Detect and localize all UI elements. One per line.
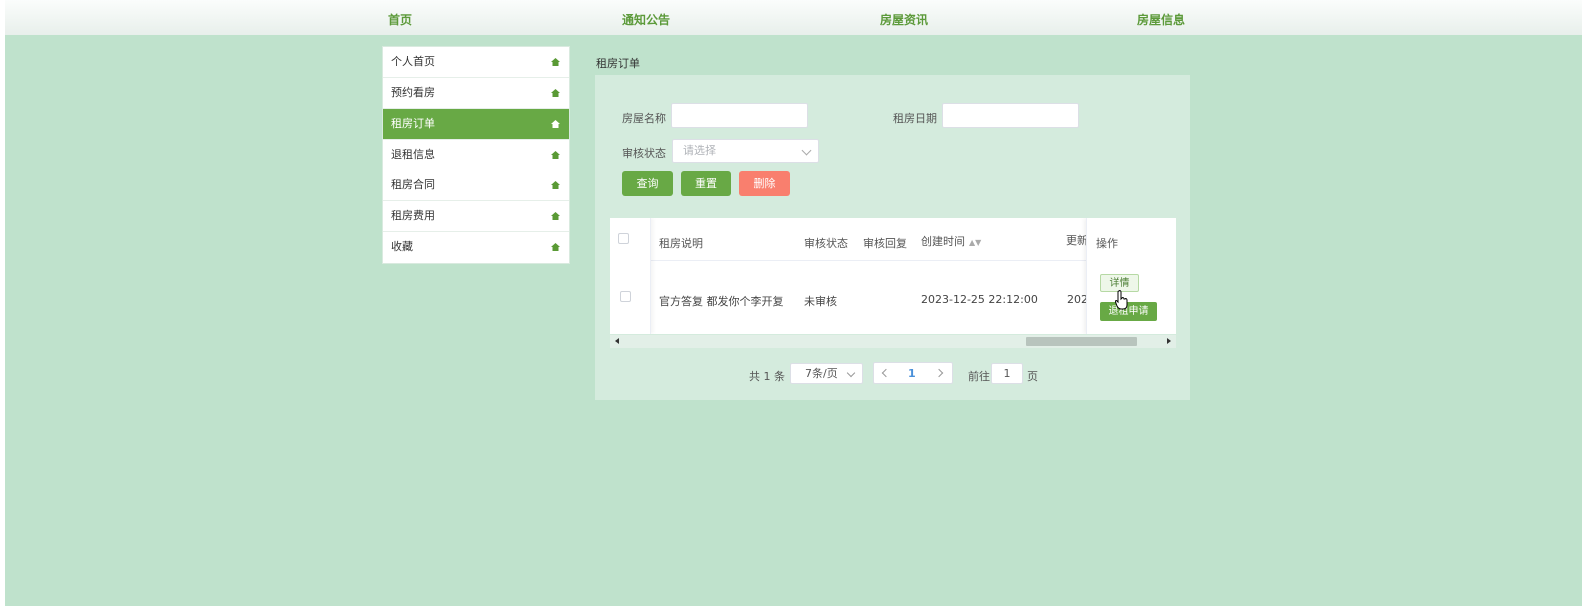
next-page-icon[interactable] <box>934 368 944 378</box>
sort-icon[interactable]: ▲▼ <box>969 238 981 247</box>
scrollbar-thumb[interactable] <box>1026 337 1137 346</box>
sidebar-item-viewing[interactable]: 预约看房 <box>383 78 569 109</box>
cell-review-status: 未审核 <box>804 295 837 308</box>
page-size-value: 7条/页 <box>805 367 838 380</box>
house-icon <box>551 120 560 128</box>
house-icon <box>551 243 560 251</box>
current-page[interactable]: 1 <box>908 367 916 380</box>
page-title: 租房订单 <box>596 57 640 70</box>
house-icon <box>551 212 560 220</box>
delete-button[interactable]: 删除 <box>739 171 790 196</box>
select-all-checkbox[interactable] <box>618 233 629 244</box>
sidebar-item-fees[interactable]: 租房费用 <box>383 201 569 232</box>
sidebar-item-checkout-info[interactable]: 退租信息 <box>383 140 569 171</box>
review-status-placeholder: 请选择 <box>683 144 716 157</box>
rent-date-label: 租房日期 <box>893 112 937 125</box>
nav-notices[interactable]: 通知公告 <box>622 11 670 28</box>
page-suffix: 页 <box>1027 370 1038 383</box>
sidebar-item-label: 个人首页 <box>391 55 435 68</box>
cell-description: 官方答复 都发你个李开复 <box>659 295 784 308</box>
scroll-left-icon[interactable] <box>615 338 619 344</box>
query-button[interactable]: 查询 <box>622 171 673 196</box>
table-fixed-right: 操作 详情 退租申请 <box>1086 218 1176 334</box>
sidebar-item-contracts[interactable]: 租房合同 <box>383 170 569 201</box>
review-status-label: 审核状态 <box>622 147 666 160</box>
sidebar-item-rental-orders[interactable]: 租房订单 <box>383 109 569 140</box>
nav-house-news[interactable]: 房屋资讯 <box>880 11 928 28</box>
top-nav: 首页 通知公告 房屋资讯 房屋信息 <box>5 0 1582 35</box>
table-horizontal-scrollbar[interactable] <box>610 335 1176 348</box>
nav-house-info[interactable]: 房屋信息 <box>1137 11 1185 28</box>
chevron-down-icon <box>801 145 812 156</box>
prev-page-icon[interactable] <box>881 368 891 378</box>
nav-home[interactable]: 首页 <box>388 11 412 28</box>
pager: 1 <box>873 362 953 384</box>
cell-created: 2023-12-25 22:12:00 <box>921 293 1038 306</box>
sidebar-item-label: 租房费用 <box>391 209 435 222</box>
goto-label: 前往 <box>968 370 990 383</box>
house-icon <box>551 89 560 97</box>
house-name-input[interactable] <box>671 103 808 128</box>
scroll-right-icon[interactable] <box>1167 338 1171 344</box>
column-header-created-label: 创建时间 <box>921 235 965 248</box>
column-header-actions: 操作 <box>1096 237 1118 250</box>
sidebar-item-label: 租房订单 <box>391 117 435 130</box>
sidebar-item-label: 租房合同 <box>391 178 435 191</box>
chevron-down-icon <box>846 368 856 378</box>
house-icon <box>551 151 560 159</box>
row-checkbox[interactable] <box>620 291 631 302</box>
column-header-created[interactable]: 创建时间 ▲▼ <box>921 233 981 249</box>
sidebar-item-profile[interactable]: 个人首页 <box>383 47 569 78</box>
goto-page-value: 1 <box>1003 367 1011 380</box>
page-size-select[interactable]: 7条/页 <box>790 363 863 384</box>
review-status-select[interactable]: 请选择 <box>672 139 819 163</box>
sidebar-item-label: 收藏 <box>391 240 413 253</box>
column-header-review-reply: 审核回复 <box>863 237 907 250</box>
hand-cursor-icon <box>1115 290 1128 310</box>
column-header-review-status: 审核状态 <box>804 237 848 250</box>
sidebar-item-label: 退租信息 <box>391 148 435 161</box>
pagination-total: 共 1 条 <box>749 370 785 383</box>
rent-date-input[interactable] <box>942 103 1079 128</box>
goto-page-input[interactable]: 1 <box>991 363 1023 384</box>
table-fixed-left <box>610 218 651 334</box>
sidebar-item-label: 预约看房 <box>391 86 435 99</box>
column-header-updated: 更新 <box>1066 234 1088 247</box>
sidebar-item-favorites[interactable]: 收藏 <box>383 232 569 262</box>
house-name-label: 房屋名称 <box>622 112 666 125</box>
house-icon <box>551 58 560 66</box>
sidebar: 个人首页 预约看房 租房订单 退租信息 租房合同 租房费用 收藏 <box>382 46 570 264</box>
house-icon <box>551 181 560 189</box>
reset-button[interactable]: 重置 <box>681 171 731 196</box>
column-header-description: 租房说明 <box>659 237 703 250</box>
orders-table: 租房说明 审核状态 审核回复 创建时间 ▲▼ 更新 官方答复 都发你个李开复 未审… <box>610 218 1176 334</box>
